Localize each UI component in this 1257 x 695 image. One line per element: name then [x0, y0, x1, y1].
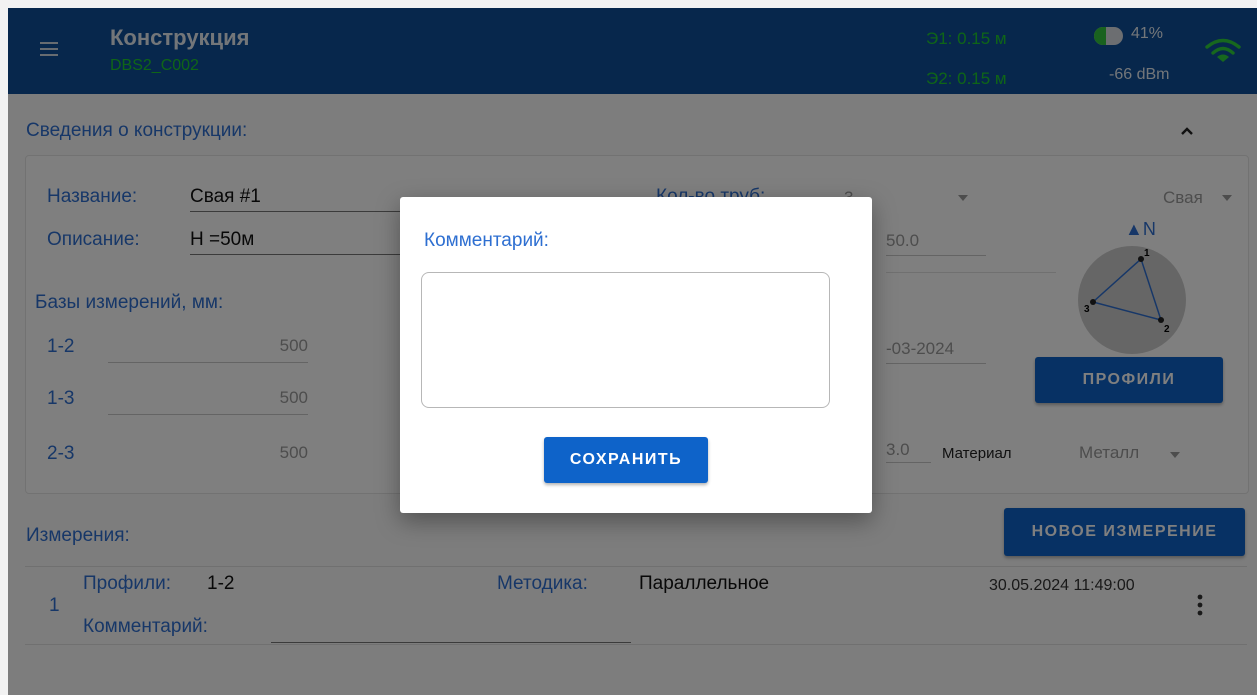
app-screen: Конструкция DBS2_C002 Э1: 0.15 м Э2: 0.1… — [8, 8, 1257, 695]
comment-dialog: Комментарий: СОХРАНИТЬ — [400, 197, 872, 513]
comment-textarea[interactable] — [421, 272, 830, 408]
dialog-title: Комментарий: — [424, 230, 549, 251]
save-button[interactable]: СОХРАНИТЬ — [544, 437, 708, 483]
